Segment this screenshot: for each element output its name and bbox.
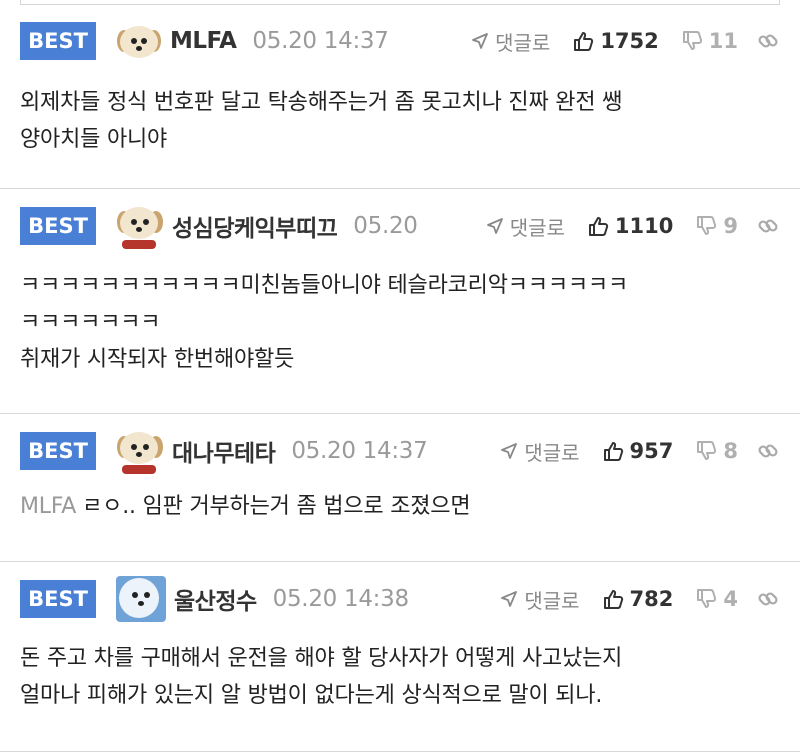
reply-arrow-icon <box>486 218 503 234</box>
thumbs-up-icon <box>588 217 609 236</box>
downvote-button[interactable]: 9 <box>695 214 738 238</box>
comment-list: BEST MLFA 05.20 14:37 댓글로 1752 11 외제차들 정… <box>0 0 800 752</box>
downvote-button[interactable]: 11 <box>681 29 738 53</box>
thumbs-down-icon <box>697 441 717 460</box>
reply-label: 댓글로 <box>509 215 565 240</box>
comment-header: BEST 대나무테타 05.20 14:37 댓글로 957 8 <box>20 414 780 478</box>
comment-line: ㅋㅋㅋㅋㅋㅋㅋㅋㅋㅋㅋ미친놈들아니야 테슬라코리악ㅋㅋㅋㅋㅋㅋ <box>20 273 628 298</box>
seal-avatar[interactable] <box>116 576 166 622</box>
reply-button[interactable]: 댓글로 <box>500 437 580 466</box>
comment-header: BEST 울산정수 05.20 14:38 댓글로 782 4 <box>20 562 780 626</box>
reply-button[interactable]: 댓글로 <box>471 27 550 56</box>
thumbs-up-icon <box>574 32 594 51</box>
comment-actions: 댓글로 782 4 <box>500 585 780 614</box>
link-icon[interactable] <box>756 439 780 463</box>
upvote-count: 782 <box>629 587 674 611</box>
comment-line: 양아치들 아니야 <box>20 127 168 152</box>
comment-text: MLFA ㄹㅇ.. 임판 거부하는거 좀 법으로 조졌으면 <box>20 488 780 525</box>
reply-arrow-icon <box>501 591 518 607</box>
comment-actions: 댓글로 1752 11 <box>471 27 780 56</box>
comment-line: 돈 주고 차를 구매해서 운전을 해야 할 당사자가 어떻게 사고났는지 <box>20 646 623 671</box>
downvote-count: 9 <box>723 214 738 238</box>
dog-avatar[interactable] <box>116 428 164 474</box>
downvote-count: 8 <box>723 439 738 463</box>
best-badge: BEST <box>20 22 96 60</box>
comment-header: BEST 성심당케익부띠끄 05.20 댓글로 1110 9 <box>20 189 780 253</box>
link-icon[interactable] <box>756 29 780 53</box>
thumbs-up-icon <box>603 442 623 461</box>
comment-header: BEST MLFA 05.20 14:37 댓글로 1752 11 <box>20 5 780 68</box>
comment-item: BEST 성심당케익부띠끄 05.20 댓글로 1110 9 ㅋㅋㅋㅋㅋㅋㅋㅋㅋ… <box>0 189 800 414</box>
comment-text: 외제차들 정식 번호판 달고 탁송해주는거 좀 못고치나 진짜 완전 쌩 양아치… <box>20 84 780 158</box>
downvote-button[interactable]: 4 <box>695 587 738 611</box>
thumbs-down-icon <box>682 31 702 50</box>
comment-text: 돈 주고 차를 구매해서 운전을 해야 할 당사자가 어떻게 사고났는지 얼마나… <box>20 640 780 714</box>
reply-arrow-icon <box>501 443 518 459</box>
link-icon[interactable] <box>756 587 780 611</box>
comment-line-text: ㄹㅇ.. 임판 거부하는거 좀 법으로 조졌으면 <box>82 494 471 519</box>
comment-time: 05.20 14:38 <box>272 586 409 612</box>
comment-line: 외제차들 정식 번호판 달고 탁송해주는거 좀 못고치나 진짜 완전 쌩 <box>20 90 623 115</box>
best-badge: BEST <box>20 432 96 470</box>
upvote-count: 1752 <box>600 29 659 53</box>
reply-label: 댓글로 <box>524 588 580 613</box>
reply-button[interactable]: 댓글로 <box>486 212 565 241</box>
reply-arrow-icon <box>472 33 489 49</box>
thumbs-up-icon <box>603 590 623 609</box>
thumbs-down-icon <box>697 216 717 235</box>
comment-line: MLFA ㄹㅇ.. 임판 거부하는거 좀 법으로 조졌으면 <box>20 488 760 525</box>
comment-item: BEST 대나무테타 05.20 14:37 댓글로 957 8 MLFA ㄹㅇ… <box>0 414 800 562</box>
reply-label: 댓글로 <box>495 30 551 55</box>
upvote-button[interactable]: 1752 <box>572 29 659 53</box>
downvote-count: 4 <box>723 587 738 611</box>
comment-line: 얼마나 피해가 있는지 알 방법이 없다는게 상식적으로 말이 되나. <box>20 683 603 708</box>
upvote-count: 1110 <box>614 214 674 238</box>
comment-item: BEST 울산정수 05.20 14:38 댓글로 782 4 돈 주고 차를 … <box>0 562 800 752</box>
comment-line: ㅋㅋㅋㅋㅋㅋㅋ <box>20 310 161 335</box>
best-badge: BEST <box>20 207 96 245</box>
best-badge: BEST <box>20 580 96 618</box>
comment-time: 05.20 <box>353 213 418 239</box>
upvote-button[interactable]: 1110 <box>587 214 673 238</box>
comment-item: BEST MLFA 05.20 14:37 댓글로 1752 11 외제차들 정… <box>0 5 800 189</box>
link-icon[interactable] <box>756 214 780 238</box>
reply-label: 댓글로 <box>524 440 580 465</box>
upvote-count: 957 <box>629 439 674 463</box>
comment-line: 취재가 시작되자 한번해야할듯 <box>20 347 295 372</box>
author-nickname[interactable]: 울산정수 <box>174 582 257 616</box>
upvote-button[interactable]: 782 <box>602 587 674 611</box>
mention-nickname[interactable]: MLFA <box>20 494 76 519</box>
author-nickname[interactable]: MLFA <box>170 28 237 54</box>
upvote-button[interactable]: 957 <box>602 439 674 463</box>
downvote-count: 11 <box>708 29 738 53</box>
author-nickname[interactable]: 대나무테타 <box>172 434 276 468</box>
author-nickname[interactable]: 성심당케익부띠끄 <box>172 209 338 243</box>
comment-time: 05.20 14:37 <box>291 438 428 464</box>
reply-button[interactable]: 댓글로 <box>500 585 580 614</box>
comment-time: 05.20 14:37 <box>252 28 389 54</box>
comment-text: ㅋㅋㅋㅋㅋㅋㅋㅋㅋㅋㅋ미친놈들아니야 테슬라코리악ㅋㅋㅋㅋㅋㅋ ㅋㅋㅋㅋㅋㅋㅋ … <box>20 267 780 378</box>
thumbs-down-icon <box>697 589 717 608</box>
downvote-button[interactable]: 8 <box>695 439 738 463</box>
dog-avatar[interactable] <box>116 22 162 60</box>
comment-actions: 댓글로 1110 9 <box>486 212 780 241</box>
comment-actions: 댓글로 957 8 <box>500 437 780 466</box>
dog-avatar[interactable] <box>116 203 164 249</box>
